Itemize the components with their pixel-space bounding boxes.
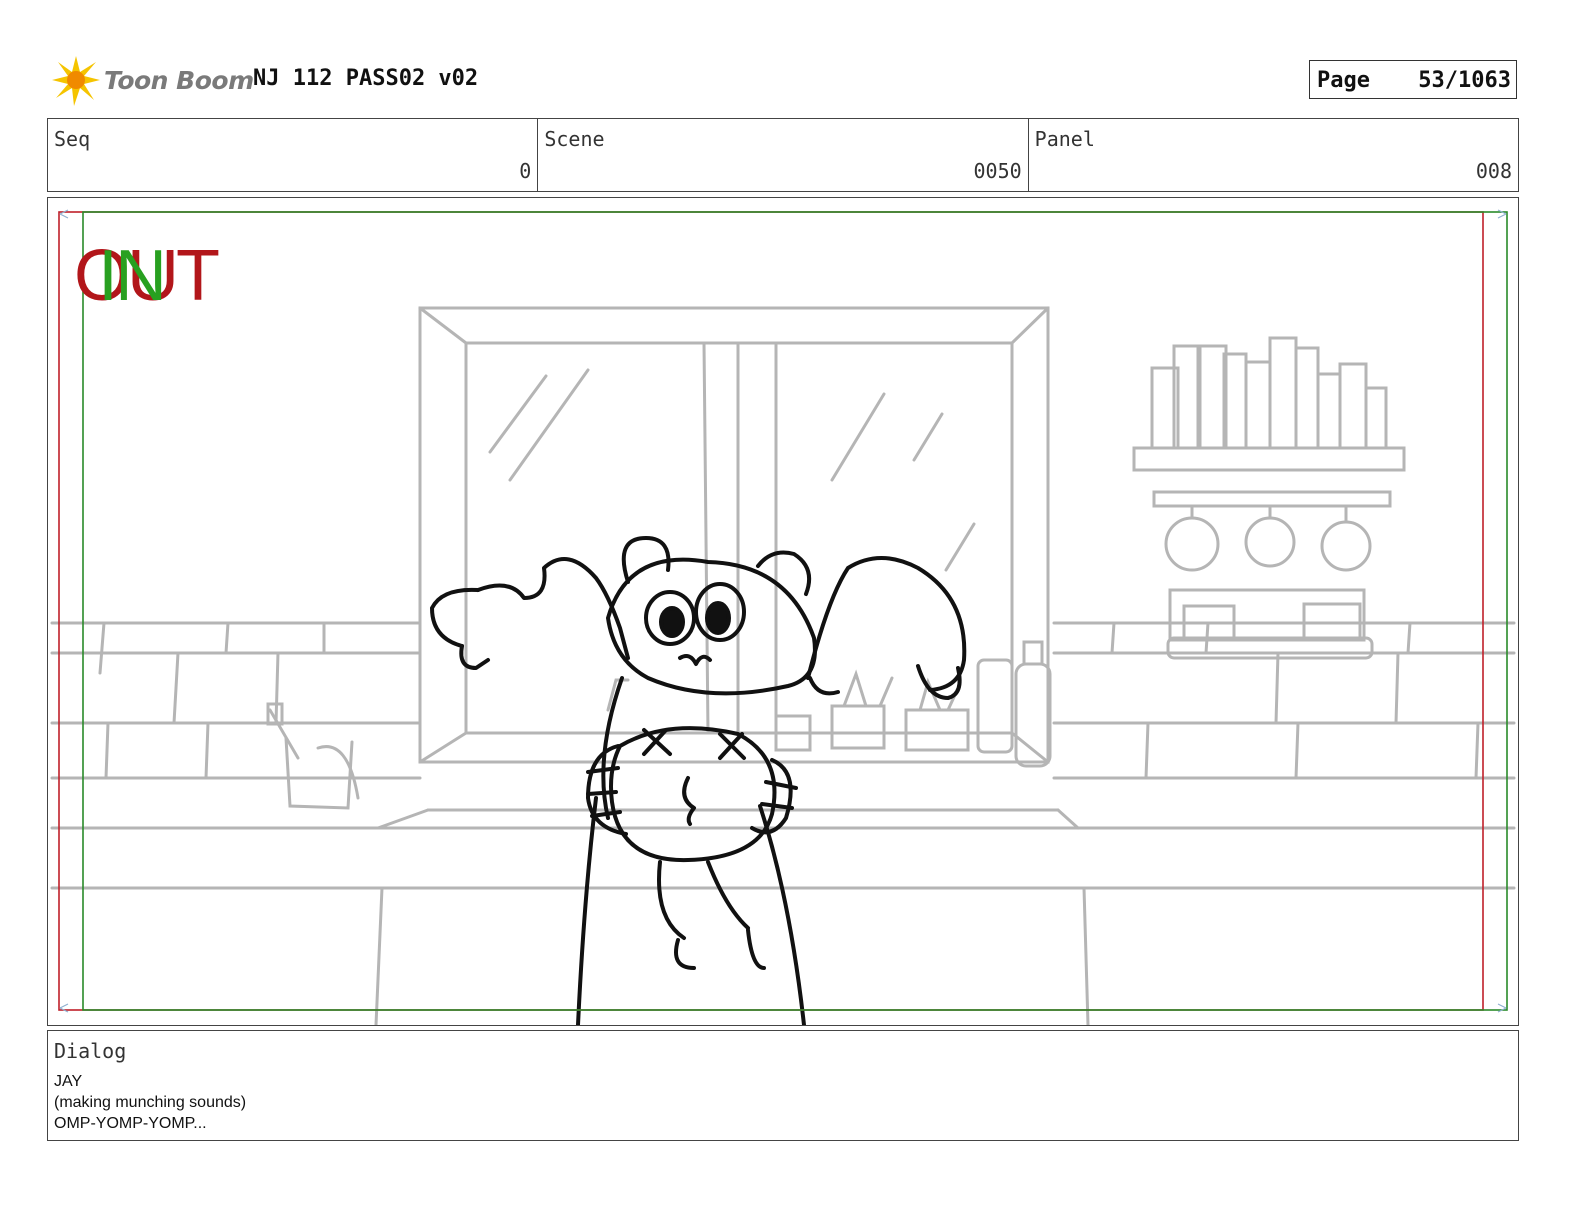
panel-drawing xyxy=(50,209,1516,1025)
dialog-text: JAY (making munching sounds) OMP-YOMP-YO… xyxy=(54,1071,246,1134)
toon-boom-logo: Toon Boom xyxy=(50,52,254,108)
document-title: NJ 112 PASS02 v02 xyxy=(253,66,479,91)
seq-value: 0 xyxy=(519,159,532,183)
panel-value: 008 xyxy=(1475,159,1512,183)
page-label: Page xyxy=(1317,68,1370,93)
logo-text: Toon Boom xyxy=(104,66,254,95)
seq-label: Seq xyxy=(54,127,91,151)
page-number: 53/1063 xyxy=(1418,68,1511,93)
seq-cell: Seq 0 xyxy=(48,119,539,191)
in-marker: IN xyxy=(98,236,167,316)
panel-cell: Panel 008 xyxy=(1029,119,1518,191)
dialog-box: Dialog JAY (making munching sounds) OMP-… xyxy=(47,1030,1519,1141)
scene-cell: Scene 0050 xyxy=(538,119,1029,191)
dialog-parenthetical: (making munching sounds) xyxy=(54,1094,247,1111)
starburst-icon xyxy=(52,56,100,106)
page-indicator: Page 53/1063 xyxy=(1309,60,1517,99)
dialog-line: OMP-YOMP-YOMP... xyxy=(54,1115,207,1132)
shot-info-row: Seq 0 Scene 0050 Panel 008 xyxy=(47,118,1519,192)
scene-label: Scene xyxy=(544,127,605,151)
scene-value: 0050 xyxy=(973,159,1022,183)
dialog-character: JAY xyxy=(54,1073,83,1090)
dialog-label: Dialog xyxy=(54,1039,127,1063)
storyboard-panel: OUT IN xyxy=(47,197,1519,1026)
panel-label: Panel xyxy=(1034,127,1095,151)
